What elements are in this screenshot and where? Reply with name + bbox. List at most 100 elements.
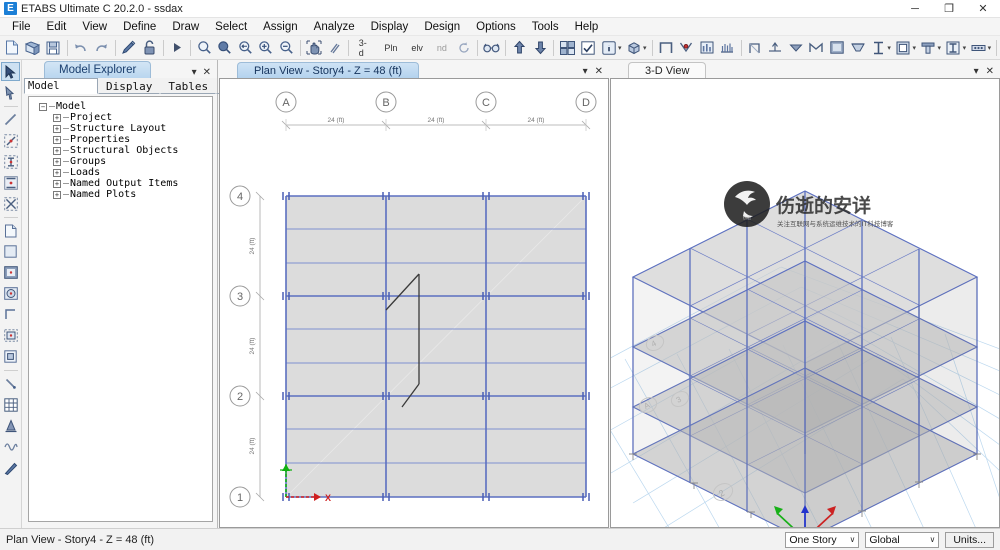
draw-grid-icon[interactable] [1,395,20,414]
check-box-icon[interactable] [579,38,598,58]
model-explorer-tab[interactable]: Model Explorer [44,61,152,78]
link-section-caret-icon[interactable]: ▾ [988,44,992,52]
pan-hand-icon[interactable] [305,38,324,58]
diagram-icon[interactable] [698,38,717,58]
draw-point-icon[interactable] [1,374,20,393]
redo-icon[interactable] [92,38,111,58]
new-file-icon[interactable] [3,38,22,58]
portal-frame-icon[interactable] [746,38,765,58]
menu-display[interactable]: Display [363,19,417,35]
units-button[interactable]: Units... [945,531,994,548]
tree-toggle-icon[interactable]: + [53,168,61,177]
tree-node-named-plots[interactable]: + Named Plots [53,189,210,200]
3d-view-menu-caret-icon[interactable]: ▾ [974,66,979,77]
draw-line-icon[interactable] [1,110,20,129]
joint-loads-icon[interactable] [766,38,785,58]
draw-support-icon[interactable] [1,416,20,435]
draw-corner-icon[interactable] [1,305,20,324]
tree-node-loads[interactable]: + Loads [53,167,210,178]
menu-draw[interactable]: Draw [164,19,207,35]
area-section-icon[interactable] [894,38,913,58]
menu-file[interactable]: File [4,19,39,35]
plan-view-close-icon[interactable]: ✕ [595,66,603,77]
releases-icon[interactable] [677,38,696,58]
moment-frame-icon[interactable] [807,38,826,58]
rubber-band-icon[interactable] [325,38,344,58]
i-section-icon[interactable] [869,38,888,58]
rotate-view-icon[interactable] [455,38,474,58]
menu-help[interactable]: Help [567,19,607,35]
tab-model[interactable]: Model [24,78,98,94]
draw-wall-icon[interactable] [1,263,20,282]
area-section-caret-icon[interactable]: ▾ [912,44,916,52]
draw-dimension-icon[interactable] [1,458,20,477]
tree-toggle-icon[interactable]: + [53,124,61,133]
tee-section-caret-icon[interactable]: ▾ [938,44,942,52]
draw-area-icon[interactable] [1,221,20,240]
draw-rect-area-icon[interactable] [1,242,20,261]
maximize-icon[interactable]: ❐ [932,0,966,18]
tree-toggle-icon[interactable]: + [53,135,61,144]
tree-node-project[interactable]: + Project [53,112,210,123]
column-section-caret-icon[interactable]: ▾ [963,44,967,52]
tree-node-groups[interactable]: + Groups [53,156,210,167]
menu-define[interactable]: Define [115,19,164,35]
story-down-icon[interactable] [531,38,550,58]
extrude-view-icon[interactable] [624,38,643,58]
plan-view-canvas[interactable]: A B C D 4 3 2 1 24 (ft) 24 (ft) 24 (ft) … [219,78,609,528]
menu-view[interactable]: View [74,19,115,35]
draw-brace-icon[interactable] [1,173,20,192]
zoom-out-icon[interactable] [277,38,296,58]
zoom-in-icon[interactable] [257,38,276,58]
run-analysis-icon[interactable] [168,38,187,58]
zoom-previous-icon[interactable] [236,38,255,58]
tree-toggle-icon[interactable]: + [53,190,61,199]
tree-node-properties[interactable]: + Properties [53,134,210,145]
draw-quick-area-icon[interactable] [1,326,20,345]
view-3d-button[interactable]: 3-d [353,38,377,58]
tree-toggle-icon[interactable]: + [53,157,61,166]
draw-circle-area-icon[interactable] [1,284,20,303]
draw-spring-icon[interactable] [1,437,20,456]
draw-frame-icon[interactable] [1,131,20,150]
menu-design[interactable]: Design [416,19,468,35]
frame-shape-icon[interactable] [656,38,675,58]
extrude-caret-icon[interactable]: ▾ [643,44,647,52]
draw-secondary-beam-icon[interactable] [1,194,20,213]
tree-node-structural-objects[interactable]: + Structural Objects [53,145,210,156]
tab-display[interactable]: Display [98,78,161,94]
coordinate-system-select[interactable]: Global ∨ [865,531,940,548]
object-info-caret-icon[interactable]: ▾ [618,44,622,52]
story-up-icon[interactable] [510,38,529,58]
contour-plot-icon[interactable] [828,38,847,58]
plan-view-menu-caret-icon[interactable]: ▾ [583,66,588,77]
tree-node-structure-layout[interactable]: + Structure Layout [53,123,210,134]
link-section-icon[interactable] [969,38,988,58]
save-icon[interactable] [44,38,63,58]
3d-view-canvas[interactable]: 4 A 3 2 1 [610,78,1000,528]
select-pointer-icon[interactable] [1,62,20,81]
zoom-full-icon[interactable] [216,38,235,58]
draw-column-icon[interactable] [1,152,20,171]
menu-analyze[interactable]: Analyze [306,19,363,35]
menu-edit[interactable]: Edit [39,19,75,35]
draw-opening-icon[interactable] [1,347,20,366]
menu-assign[interactable]: Assign [255,19,306,35]
object-info-icon[interactable] [599,38,618,58]
3d-view-close-icon[interactable]: ✕ [986,66,994,77]
menu-tools[interactable]: Tools [524,19,567,35]
3d-view-tab[interactable]: 3-D View [628,62,707,78]
glasses-view-icon[interactable] [482,38,501,58]
zoom-box-icon[interactable] [195,38,214,58]
lock-icon[interactable] [140,38,159,58]
support-icon[interactable] [787,38,806,58]
tree-toggle-icon[interactable]: − [39,102,47,111]
tree-toggle-icon[interactable]: + [53,113,61,122]
minimize-icon[interactable]: ─ [898,0,932,18]
section-cut-icon[interactable] [848,38,867,58]
set-display-options-icon[interactable] [558,38,577,58]
undo-icon[interactable] [72,38,91,58]
view-plan-button[interactable]: Pln [378,38,403,58]
tab-tables[interactable]: Tables [160,78,217,94]
close-icon[interactable]: ✕ [966,0,1000,18]
